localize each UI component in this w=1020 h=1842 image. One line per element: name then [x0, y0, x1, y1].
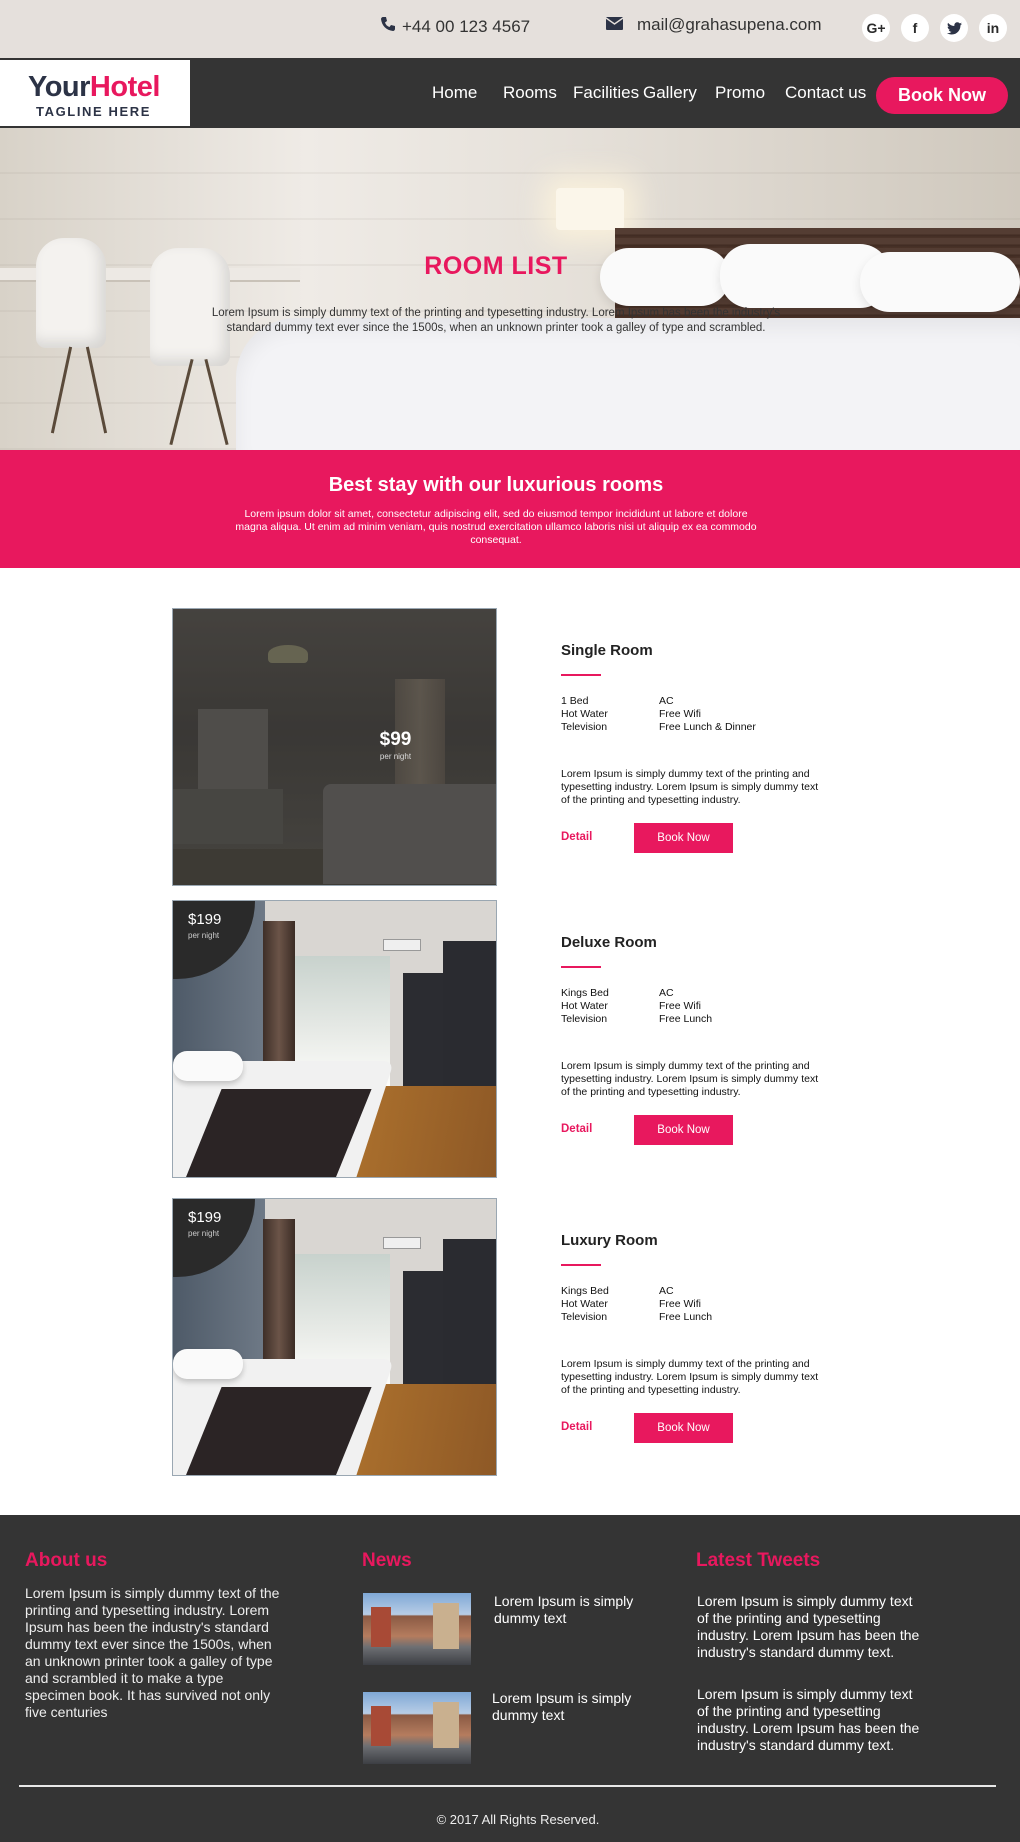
room-price: $99 per night: [173, 729, 496, 761]
copyright: © 2017 All Rights Reserved.: [436, 1812, 600, 1827]
phone-number: +44 00 123 4567: [402, 16, 531, 36]
news-item-title[interactable]: Lorem Ipsum is simply dummy text: [494, 1593, 654, 1627]
room-title: Single Room: [561, 642, 653, 659]
room-actions: Detail Book Now: [561, 1115, 831, 1145]
footer-divider: [19, 1785, 996, 1787]
room-features: Kings Bed AC Hot Water Free Wifi Televis…: [561, 1285, 831, 1324]
linkedin-icon[interactable]: in: [979, 14, 1007, 42]
feature-item: Television: [561, 1013, 608, 1025]
title-underline: [561, 1264, 601, 1266]
room-title: Deluxe Room: [561, 934, 657, 951]
main-navbar: YourHotel TAGLINE HERE Home Rooms Facili…: [0, 58, 1020, 128]
intro-heading: Best stay with our luxurious rooms: [328, 474, 664, 496]
email-contact[interactable]: mail@grahasupena.com: [605, 15, 822, 35]
hero-description: Lorem Ipsum is simply dummy text of the …: [211, 307, 781, 334]
room-card-luxury: Luxury Room Kings Bed AC Hot Water Free …: [561, 1232, 831, 1443]
room-book-button[interactable]: Book Now: [634, 1413, 733, 1443]
tweets-heading: Latest Tweets: [696, 1550, 821, 1571]
price-unit: per night: [188, 1229, 220, 1238]
news-item-title[interactable]: Lorem Ipsum is simply dummy text: [492, 1690, 652, 1724]
room-image-deluxe[interactable]: $199 per night: [172, 900, 497, 1178]
room-card-deluxe: Deluxe Room Kings Bed AC Hot Water Free …: [561, 934, 831, 1145]
price-value: $199: [188, 1209, 222, 1226]
news-thumbnail[interactable]: [363, 1692, 471, 1764]
title-underline: [561, 966, 601, 968]
hero-banner: ROOM LIST Lorem Ipsum is simply dummy te…: [0, 128, 1020, 450]
feature-item: AC: [659, 1285, 674, 1297]
room-description: Lorem Ipsum is simply dummy text of the …: [561, 1358, 819, 1396]
feature-item: AC: [659, 987, 674, 999]
page-title: ROOM LIST: [424, 252, 568, 280]
tweet-item: Lorem Ipsum is simply dummy text of the …: [697, 1593, 920, 1660]
nav-item-promo[interactable]: Promo: [715, 83, 765, 103]
phone-contact[interactable]: +44 00 123 4567: [380, 16, 530, 37]
feature-item: Free Wifi: [659, 708, 701, 720]
room-description: Lorem Ipsum is simply dummy text of the …: [561, 1060, 819, 1098]
room-image-luxury[interactable]: $199 per night: [172, 1198, 497, 1476]
feature-item: 1 Bed: [561, 695, 589, 707]
room-title: Luxury Room: [561, 1232, 658, 1249]
lamp-image: [556, 188, 624, 230]
feature-item: Free Wifi: [659, 1000, 701, 1012]
top-bar: +44 00 123 4567 mail@grahasupena.com G+ …: [0, 0, 1020, 58]
about-heading: About us: [25, 1550, 108, 1571]
news-thumbnail[interactable]: [363, 1593, 471, 1665]
feature-item: Kings Bed: [561, 1285, 609, 1297]
site-logo[interactable]: YourHotel TAGLINE HERE: [0, 60, 190, 126]
feature-item: Free Lunch: [659, 1311, 713, 1323]
room-image-single[interactable]: $99 per night: [172, 608, 497, 886]
about-text: Lorem Ipsum is simply dummy text of the …: [25, 1585, 280, 1720]
room-book-button[interactable]: Book Now: [634, 823, 733, 853]
feature-item: Hot Water: [561, 1298, 608, 1310]
book-now-button[interactable]: Book Now: [876, 77, 1008, 114]
bed-image: [236, 318, 1020, 450]
social-links: G+ f in: [862, 14, 1007, 42]
feature-item: Free Lunch: [659, 1013, 713, 1025]
logo-tagline: TAGLINE HERE: [36, 104, 152, 119]
feature-item: Television: [561, 721, 608, 733]
detail-link[interactable]: Detail: [561, 831, 592, 843]
feature-item: Television: [561, 1311, 608, 1323]
news-heading: News: [362, 1550, 412, 1571]
feature-item: Free Wifi: [659, 1298, 701, 1310]
feature-item: AC: [659, 695, 674, 707]
email-address: mail@grahasupena.com: [637, 15, 822, 34]
feature-item: Free Lunch & Dinner: [659, 721, 756, 733]
room-description: Lorem Ipsum is simply dummy text of the …: [561, 768, 819, 806]
twitter-icon[interactable]: [940, 14, 968, 42]
price-unit: per night: [188, 931, 220, 940]
feature-item: Hot Water: [561, 708, 608, 720]
price-unit: per night: [379, 752, 412, 761]
feature-item: Hot Water: [561, 1000, 608, 1012]
logo-wordmark: YourHotel: [28, 71, 160, 103]
room-actions: Detail Book Now: [561, 823, 831, 853]
facebook-icon[interactable]: f: [901, 14, 929, 42]
nav-item-rooms[interactable]: Rooms: [503, 83, 557, 103]
price-value: $199: [188, 911, 222, 928]
room-actions: Detail Book Now: [561, 1413, 831, 1443]
nav-item-gallery[interactable]: Gallery: [643, 83, 697, 103]
intro-text: Lorem ipsum dolor sit amet, consectetur …: [235, 508, 757, 546]
google-plus-icon[interactable]: G+: [862, 14, 890, 42]
detail-link[interactable]: Detail: [561, 1123, 592, 1135]
detail-link[interactable]: Detail: [561, 1421, 592, 1433]
room-features: Kings Bed AC Hot Water Free Wifi Televis…: [561, 987, 831, 1026]
feature-item: Kings Bed: [561, 987, 609, 999]
nav-item-home[interactable]: Home: [432, 83, 477, 103]
nav-item-facilities[interactable]: Facilities: [573, 83, 639, 103]
mail-icon: [605, 15, 624, 35]
nav-item-contact[interactable]: Contact us: [785, 83, 866, 103]
site-footer: About us Lorem Ipsum is simply dummy tex…: [0, 1515, 1020, 1842]
room-book-button[interactable]: Book Now: [634, 1115, 733, 1145]
title-underline: [561, 674, 601, 676]
phone-icon: [380, 16, 396, 37]
price-value: $99: [379, 729, 412, 750]
tweet-item: Lorem Ipsum is simply dummy text of the …: [697, 1686, 920, 1753]
intro-band: Best stay with our luxurious rooms Lorem…: [0, 450, 1020, 568]
room-card-single: Single Room 1 Bed AC Hot Water Free Wifi…: [561, 642, 831, 853]
room-features: 1 Bed AC Hot Water Free Wifi Television …: [561, 695, 831, 734]
